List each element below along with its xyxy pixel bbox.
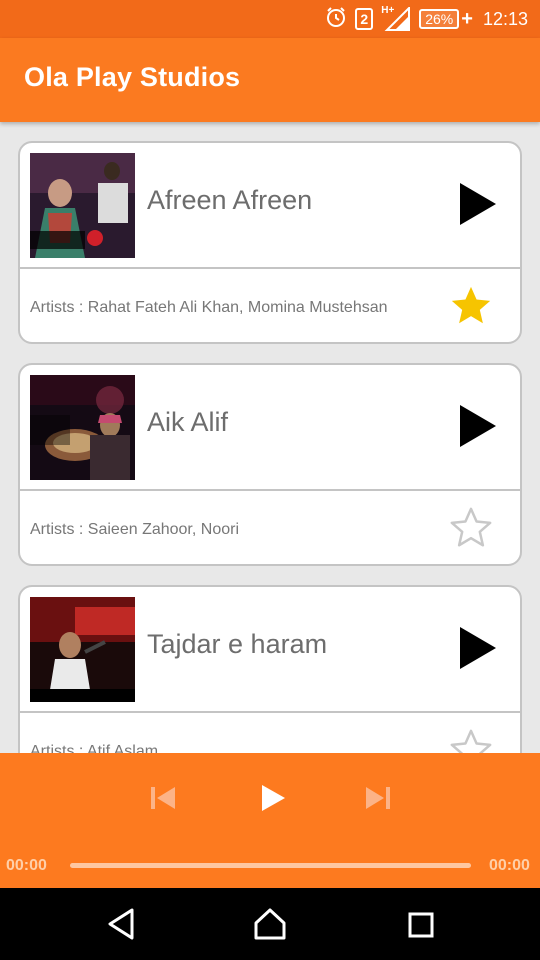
- artists-names: Atif Aslam: [86, 743, 159, 753]
- alarm-icon: [325, 6, 347, 33]
- artists-label: Artists :: [30, 743, 84, 753]
- song-thumbnail: [30, 153, 135, 258]
- star-filled-icon[interactable]: [448, 283, 494, 329]
- card-divider: [20, 489, 520, 491]
- app-bar: Ola Play Studios: [0, 38, 540, 122]
- home-icon[interactable]: [252, 906, 288, 947]
- card-divider: [20, 711, 520, 713]
- artists-names: Saieen Zahoor, Noori: [87, 521, 239, 538]
- artists-names: Rahat Fateh Ali Khan, Momina Mustehsan: [87, 299, 388, 316]
- song-card[interactable]: Tajdar e haram Artists : Atif Aslam: [18, 585, 522, 753]
- song-card[interactable]: Afreen Afreen Artists : Rahat Fateh Ali …: [18, 141, 522, 344]
- player-play-icon[interactable]: [257, 781, 289, 820]
- artists-label: Artists :: [30, 521, 84, 538]
- song-list[interactable]: Afreen Afreen Artists : Rahat Fateh Ali …: [0, 122, 540, 753]
- artists-row: Artists : Rahat Fateh Ali Khan, Momina M…: [30, 299, 388, 317]
- signal-icon: H+: [381, 5, 411, 31]
- play-icon[interactable]: [456, 625, 500, 671]
- battery-icon: 26% +: [419, 8, 473, 31]
- song-card-header[interactable]: Aik Alif: [20, 365, 520, 489]
- star-outline-icon[interactable]: [448, 727, 494, 753]
- artists-row: Artists : Atif Aslam: [30, 743, 158, 753]
- total-duration: 00:00: [489, 857, 530, 874]
- player-bar: 00:00 00:00: [0, 753, 540, 888]
- skip-previous-icon[interactable]: [147, 781, 179, 820]
- play-icon[interactable]: [456, 181, 500, 227]
- app-title: Ola Play Studios: [24, 62, 241, 92]
- seek-bar[interactable]: [70, 863, 471, 868]
- song-title: Aik Alif: [147, 407, 229, 437]
- song-thumbnail: [30, 597, 135, 702]
- song-thumbnail: [30, 375, 135, 480]
- status-icons: 2 H+ 26% + 12:13: [325, 5, 528, 33]
- sim-slot-badge: 2: [355, 8, 374, 30]
- battery-level: 26%: [419, 9, 460, 29]
- play-icon[interactable]: [456, 403, 500, 449]
- skip-next-icon[interactable]: [362, 781, 394, 820]
- song-card-header[interactable]: Afreen Afreen: [20, 143, 520, 267]
- recents-icon[interactable]: [404, 906, 440, 947]
- artists-label: Artists :: [30, 299, 84, 316]
- elapsed-time: 00:00: [6, 857, 47, 874]
- star-outline-icon[interactable]: [448, 505, 494, 551]
- charging-plus-icon: +: [461, 7, 473, 30]
- card-divider: [20, 267, 520, 269]
- song-card-header[interactable]: Tajdar e haram: [20, 587, 520, 711]
- back-icon[interactable]: [104, 906, 140, 947]
- status-time: 12:13: [482, 8, 528, 29]
- system-nav-bar: [0, 888, 540, 960]
- status-bar: 2 H+ 26% + 12:13: [0, 0, 540, 38]
- artists-row: Artists : Saieen Zahoor, Noori: [30, 521, 239, 539]
- song-card[interactable]: Aik Alif Artists : Saieen Zahoor, Noori: [18, 363, 522, 566]
- song-title: Tajdar e haram: [147, 629, 328, 659]
- song-title: Afreen Afreen: [147, 185, 313, 215]
